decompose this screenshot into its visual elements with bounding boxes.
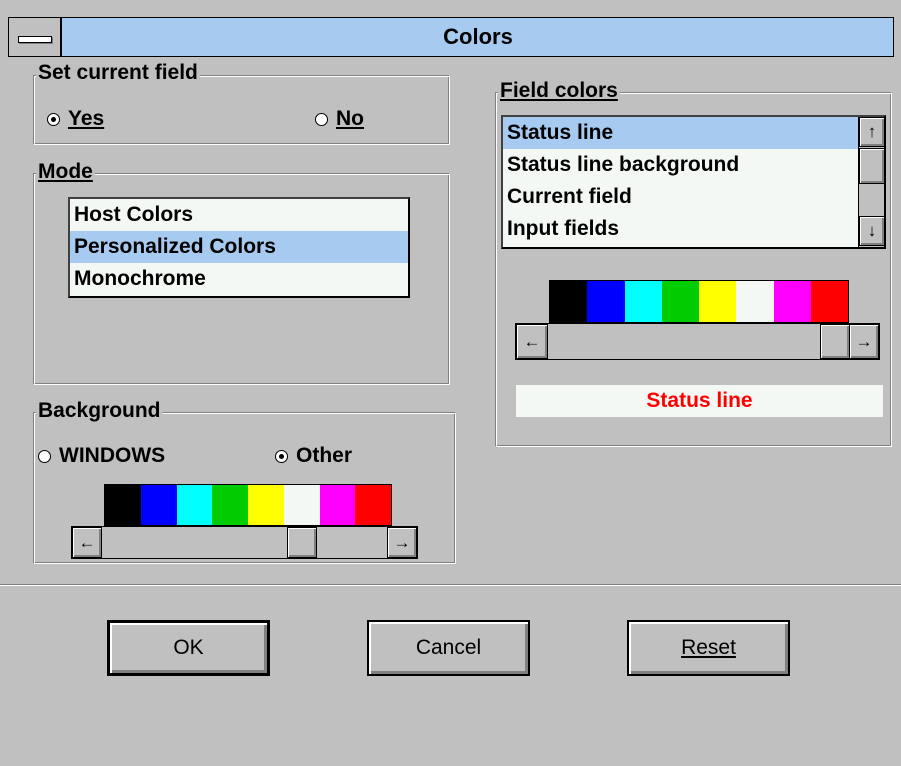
- radio-no-indicator: [315, 112, 328, 126]
- field-scroll-left-icon[interactable]: ←: [516, 324, 548, 359]
- radio-no[interactable]: No: [315, 107, 364, 131]
- field-color-strip: [549, 280, 849, 323]
- radio-yes[interactable]: Yes: [47, 107, 104, 131]
- radio-other-label: Other: [296, 444, 353, 467]
- radio-windows-indicator: [38, 449, 51, 463]
- background-swatch-0[interactable]: [105, 485, 141, 525]
- field-swatch-3[interactable]: [661, 281, 699, 322]
- field-item-status-line-background[interactable]: Status line background: [503, 149, 862, 181]
- cancel-button-label: Cancel: [415, 636, 482, 659]
- field-colors-listbox[interactable]: Status line Status line background Curre…: [501, 115, 886, 249]
- radio-windows-label: WINDOWS: [59, 444, 166, 467]
- mode-legend-text: Mode: [38, 160, 93, 183]
- background-scroll-left-icon[interactable]: ←: [72, 527, 102, 558]
- reset-button-label: Reset: [681, 636, 736, 659]
- field-item-current-field[interactable]: Current field: [503, 181, 862, 213]
- field-swatch-7[interactable]: [810, 281, 848, 322]
- field-item-input-fields[interactable]: Input fields: [503, 213, 862, 245]
- background-swatch-7[interactable]: [355, 485, 391, 525]
- field-colors-legend: Field colors: [498, 79, 620, 103]
- system-menu-icon[interactable]: [8, 17, 62, 57]
- field-scroll-thumb-h[interactable]: [820, 324, 850, 359]
- field-swatch-2[interactable]: [624, 281, 662, 322]
- background-swatch-4[interactable]: [248, 485, 284, 525]
- field-scroll-down-icon[interactable]: ↓: [859, 216, 885, 246]
- background-scroll-right-icon[interactable]: →: [387, 527, 417, 558]
- radio-yes-label: Yes: [68, 107, 105, 130]
- background-swatch-2[interactable]: [176, 485, 213, 525]
- separator-highlight: [0, 585, 901, 586]
- radio-other-indicator: [275, 449, 288, 463]
- field-swatch-4[interactable]: [699, 281, 737, 322]
- field-color-preview: Status line: [516, 385, 883, 417]
- field-swatch-6[interactable]: [773, 281, 811, 322]
- field-scroll-thumb[interactable]: [859, 148, 885, 184]
- field-scroll-right-icon[interactable]: →: [849, 324, 879, 359]
- field-swatch-1[interactable]: [587, 281, 625, 322]
- set-current-field-legend: Set current field: [36, 61, 200, 85]
- radio-no-label: No: [336, 107, 364, 130]
- cancel-button[interactable]: Cancel: [367, 620, 530, 676]
- radio-yes-indicator: [47, 112, 60, 126]
- ok-button[interactable]: OK: [107, 620, 270, 676]
- radio-other[interactable]: Other: [275, 444, 352, 468]
- radio-windows[interactable]: WINDOWS: [38, 444, 165, 468]
- background-swatch-6[interactable]: [319, 485, 356, 525]
- field-swatch-5[interactable]: [736, 281, 774, 322]
- background-hscroll[interactable]: ← →: [71, 526, 418, 559]
- background-swatch-3[interactable]: [212, 485, 248, 525]
- field-color-hscroll[interactable]: ← →: [515, 323, 880, 360]
- background-color-strip: [104, 484, 392, 526]
- window-title: Colors: [443, 24, 513, 49]
- ok-button-label: OK: [173, 636, 204, 659]
- background-swatch-5[interactable]: [283, 485, 320, 525]
- field-swatch-0[interactable]: [550, 281, 588, 322]
- mode-item-monochrome[interactable]: Monochrome: [70, 263, 408, 295]
- background-legend: Background: [36, 399, 163, 423]
- field-colors-vscroll[interactable]: ↑ ↓: [858, 117, 885, 247]
- field-scroll-up-icon[interactable]: ↑: [859, 117, 885, 147]
- mode-item-host-colors[interactable]: Host Colors: [70, 199, 408, 231]
- field-colors-legend-text: Field colors: [500, 79, 618, 102]
- field-item-status-line[interactable]: Status line: [503, 117, 862, 149]
- background-scroll-thumb[interactable]: [287, 527, 317, 558]
- mode-legend: Mode: [36, 160, 95, 184]
- mode-listbox[interactable]: Host Colors Personalized Colors Monochro…: [68, 197, 410, 298]
- background-swatch-1[interactable]: [140, 485, 177, 525]
- mode-item-personalized-colors[interactable]: Personalized Colors: [70, 231, 408, 263]
- reset-button[interactable]: Reset: [627, 620, 790, 676]
